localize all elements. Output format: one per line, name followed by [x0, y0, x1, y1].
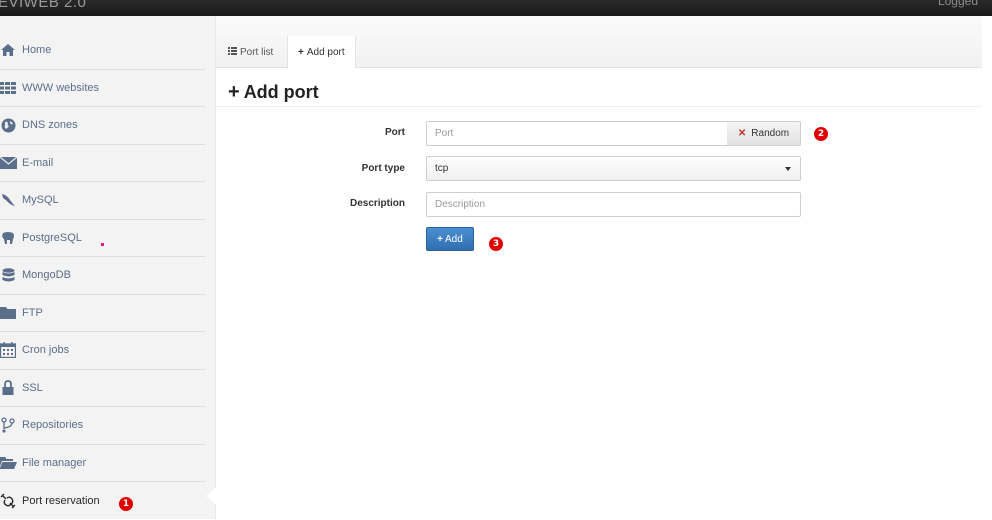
tab-port-list[interactable]: Port list — [218, 37, 283, 68]
sidebar-item-mongodb[interactable]: MongoDB — [0, 257, 205, 295]
active-item-pointer — [206, 487, 216, 505]
description-input[interactable] — [426, 192, 801, 217]
grid-icon — [0, 79, 17, 97]
annotation-badge-1: 1 — [119, 497, 133, 511]
port-type-label: Port type — [361, 163, 405, 174]
tab-label: Port list — [240, 47, 274, 58]
sidebar-item-mysql[interactable]: MySQL — [0, 182, 205, 220]
top-bar: EVIWEB 2.0 Logged — [0, 0, 992, 16]
sidebar-item-label: DNS zones — [22, 119, 78, 132]
sidebar-item-label: FTP — [22, 306, 43, 319]
folder-icon — [0, 304, 17, 322]
list-icon — [228, 47, 237, 58]
title-divider — [216, 106, 982, 107]
random-button-label: Random — [751, 128, 790, 139]
sidebar-item-label: Port reservation — [22, 494, 100, 507]
port-type-value: tcp — [435, 163, 449, 174]
page-title-text: Add port — [243, 82, 319, 102]
folder-open-icon — [0, 454, 17, 472]
sidebar-item-label: MySQL — [22, 194, 59, 207]
plus-icon: + — [298, 46, 304, 58]
sidebar-item-label: Cron jobs — [22, 344, 70, 357]
sidebar-item-file-manager[interactable]: File manager — [0, 445, 205, 482]
sidebar-item-postgresql[interactable]: PostgreSQL — [0, 220, 205, 257]
sidebar-item-label: PostgreSQL — [22, 231, 82, 244]
sidebar-item-cron-jobs[interactable]: Cron jobs — [0, 332, 205, 370]
add-button-label: Add — [445, 233, 463, 245]
plus-icon: + — [228, 81, 240, 103]
logged-status: Logged — [937, 0, 978, 8]
port-type-select[interactable]: tcp — [426, 156, 801, 181]
elephant-icon — [0, 229, 17, 247]
database-icon — [0, 266, 17, 284]
page-title: + Add port — [228, 81, 319, 104]
sidebar-item-label: E-mail — [22, 156, 54, 169]
app-brand: EVIWEB 2.0 — [0, 0, 87, 11]
stray-marker — [101, 243, 104, 246]
sidebar-item-home[interactable]: Home — [0, 32, 205, 70]
sidebar-item-label: WWW websites — [22, 81, 99, 94]
envelope-icon — [0, 154, 17, 172]
lock-icon — [0, 379, 17, 397]
sidebar-item-port-reservation[interactable]: Port reservation — [0, 482, 205, 520]
home-icon — [0, 41, 17, 59]
tab-add-port[interactable]: + Add port — [287, 36, 356, 68]
sidebar-item-label: SSL — [22, 381, 43, 394]
calendar-icon — [0, 341, 17, 359]
plus-icon: + — [437, 233, 444, 245]
sidebar-item-label: MongoDB — [22, 269, 71, 282]
sidebar-item-email[interactable]: E-mail — [0, 145, 205, 182]
branch-icon — [0, 416, 17, 434]
port-input[interactable] — [426, 121, 728, 146]
close-icon: ✕ — [737, 128, 747, 139]
globe-icon — [0, 116, 17, 134]
sidebar-item-www-websites[interactable]: WWW websites — [0, 70, 205, 107]
add-button[interactable]: + Add — [426, 227, 474, 251]
annotation-badge-2: 2 — [814, 127, 828, 141]
tab-bar: Port list + Add port — [216, 16, 982, 68]
sidebar-item-dns-zones[interactable]: DNS zones — [0, 107, 205, 145]
sidebar-item-ssl[interactable]: SSL — [0, 370, 205, 407]
dolphin-icon — [0, 191, 17, 209]
sidebar: Home WWW websites DNS zones E-mail MySQL… — [0, 16, 216, 519]
sidebar-item-label: Repositories — [22, 419, 84, 432]
sidebar-item-label: Home — [22, 44, 52, 57]
port-label: Port — [385, 127, 405, 138]
tab-label: Add port — [306, 46, 345, 58]
sidebar-item-repositories[interactable]: Repositories — [0, 407, 205, 445]
description-label: Description — [349, 198, 405, 209]
random-button[interactable]: ✕ Random — [727, 121, 801, 146]
sidebar-item-label: File manager — [22, 456, 87, 469]
plug-icon — [0, 492, 17, 510]
sidebar-item-ftp[interactable]: FTP — [0, 295, 205, 332]
chevron-down-icon — [785, 167, 791, 171]
annotation-badge-3: 3 — [489, 237, 503, 251]
